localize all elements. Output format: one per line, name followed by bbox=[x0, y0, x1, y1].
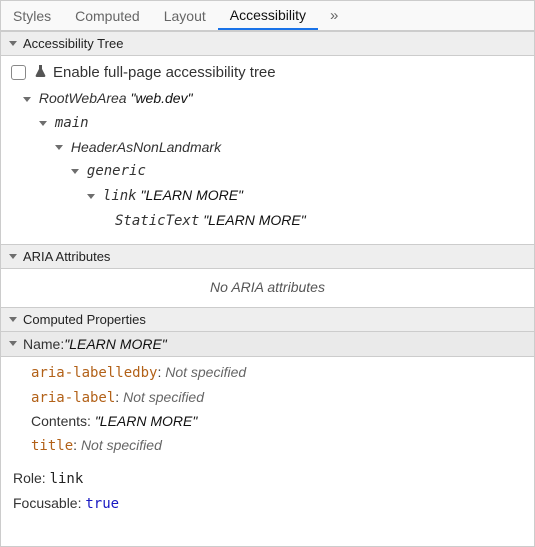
focusable-label: Focusable: bbox=[13, 495, 85, 511]
attr-name: Contents bbox=[31, 413, 87, 429]
disclosure-triangle-icon bbox=[9, 254, 17, 259]
enable-full-page-checkbox[interactable] bbox=[11, 65, 26, 80]
computed-name-sources: aria-labelledby: Not specified aria-labe… bbox=[1, 357, 534, 467]
enable-full-page-label: Enable full-page accessibility tree bbox=[53, 64, 276, 81]
tree-node-main[interactable]: main bbox=[11, 111, 524, 136]
computed-name-label: Name: bbox=[23, 336, 64, 352]
section-title: Accessibility Tree bbox=[23, 36, 123, 51]
attr-value: Not specified bbox=[165, 364, 246, 380]
tab-computed[interactable]: Computed bbox=[63, 1, 152, 30]
section-title: ARIA Attributes bbox=[23, 249, 110, 264]
attr-name: aria-label bbox=[31, 390, 115, 406]
enable-full-page-row: Enable full-page accessibility tree bbox=[11, 62, 524, 83]
disclosure-triangle-icon bbox=[9, 41, 17, 46]
tree-node-statictext[interactable]: StaticText "LEARN MORE" bbox=[11, 209, 524, 234]
computed-properties: Name: "LEARN MORE" aria-labelledby: Not … bbox=[1, 332, 534, 517]
attr-value: Not specified bbox=[123, 389, 204, 405]
tree-role: main bbox=[55, 115, 89, 131]
accessibility-panel: Styles Computed Layout Accessibility » A… bbox=[0, 0, 535, 547]
tree-node-generic[interactable]: generic bbox=[11, 159, 524, 184]
tree-name: "LEARN MORE" bbox=[141, 187, 244, 203]
tree-name: "LEARN MORE" bbox=[203, 212, 306, 228]
tree-role: HeaderAsNonLandmark bbox=[71, 139, 221, 155]
chevron-down-icon bbox=[71, 169, 79, 174]
role-value: link bbox=[50, 471, 84, 487]
experiment-flask-icon bbox=[34, 64, 47, 81]
chevron-down-icon bbox=[23, 97, 31, 102]
source-aria-label: aria-label: Not specified bbox=[31, 386, 534, 411]
tree-node-root[interactable]: RootWebArea "web.dev" bbox=[11, 87, 524, 111]
tab-styles[interactable]: Styles bbox=[1, 1, 63, 30]
chevron-down-icon bbox=[87, 194, 95, 199]
source-title: title: Not specified bbox=[31, 434, 534, 459]
tab-bar: Styles Computed Layout Accessibility » bbox=[1, 1, 534, 31]
chevron-down-icon bbox=[55, 145, 63, 150]
section-header-tree[interactable]: Accessibility Tree bbox=[1, 31, 534, 56]
section-header-computed[interactable]: Computed Properties bbox=[1, 307, 534, 332]
computed-role-row: Role: link bbox=[1, 467, 534, 492]
computed-focusable-row: Focusable: true bbox=[1, 492, 534, 517]
accessibility-tree: RootWebArea "web.dev" main HeaderAsNonLa… bbox=[11, 83, 524, 234]
tab-accessibility[interactable]: Accessibility bbox=[218, 1, 318, 30]
disclosure-triangle-icon bbox=[9, 341, 17, 346]
attr-value: Not specified bbox=[81, 437, 162, 453]
tree-role: generic bbox=[87, 163, 146, 179]
computed-name-value: "LEARN MORE" bbox=[64, 336, 167, 352]
source-contents: Contents: "LEARN MORE" bbox=[31, 410, 534, 434]
tab-layout[interactable]: Layout bbox=[152, 1, 218, 30]
attr-name: aria-labelledby bbox=[31, 365, 157, 381]
tree-role: link bbox=[103, 188, 137, 204]
tree-role: StaticText bbox=[115, 213, 199, 229]
focusable-value: true bbox=[85, 496, 119, 512]
tree-section-content: Enable full-page accessibility tree Root… bbox=[1, 56, 534, 244]
tab-overflow-button[interactable]: » bbox=[318, 7, 350, 24]
attr-value: "LEARN MORE" bbox=[95, 413, 198, 429]
computed-name-row[interactable]: Name: "LEARN MORE" bbox=[1, 332, 534, 357]
tree-node-link[interactable]: link "LEARN MORE" bbox=[11, 184, 524, 209]
disclosure-triangle-icon bbox=[9, 317, 17, 322]
chevron-down-icon bbox=[39, 121, 47, 126]
attr-name: title bbox=[31, 438, 73, 454]
aria-empty-message: No ARIA attributes bbox=[1, 269, 534, 307]
section-title: Computed Properties bbox=[23, 312, 146, 327]
role-label: Role: bbox=[13, 470, 50, 486]
tree-node-header[interactable]: HeaderAsNonLandmark bbox=[11, 136, 524, 160]
tree-name: "web.dev" bbox=[130, 90, 192, 106]
tree-role: RootWebArea bbox=[39, 90, 127, 106]
section-header-aria[interactable]: ARIA Attributes bbox=[1, 244, 534, 269]
source-aria-labelledby: aria-labelledby: Not specified bbox=[31, 361, 534, 386]
